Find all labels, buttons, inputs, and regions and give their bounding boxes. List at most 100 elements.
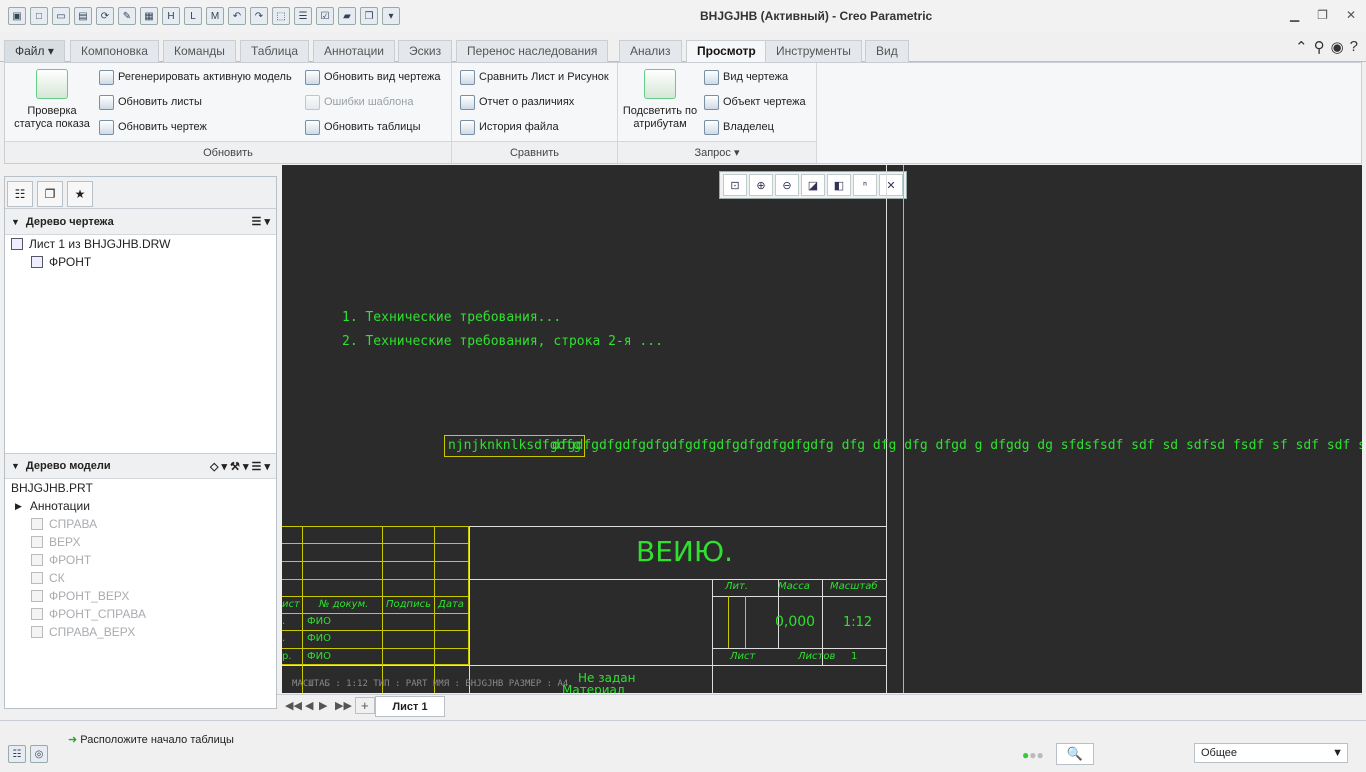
last-sheet-icon[interactable]: ▶▶ <box>335 699 352 712</box>
app-icon[interactable]: ▣ <box>8 7 26 25</box>
add-sheet-icon[interactable]: + <box>355 697 375 714</box>
axis-right-top[interactable]: СПРАВА_ВЕРХ <box>5 623 276 641</box>
tree-view-item[interactable]: ФРОНТ <box>5 253 276 271</box>
regenerate-icon[interactable]: ⟳ <box>96 7 114 25</box>
folder-icon[interactable]: ▰ <box>338 7 356 25</box>
settings-icon[interactable]: ☰ <box>294 7 312 25</box>
find-icon[interactable]: 🔍 <box>1056 743 1094 765</box>
help-icon[interactable]: ? <box>1350 38 1358 56</box>
sheet-1-tab[interactable]: Лист 1 <box>375 696 445 717</box>
plane-icon <box>31 554 43 566</box>
tab-table[interactable]: Таблица <box>240 40 310 62</box>
check-status-button[interactable]: Проверка статуса показа <box>9 69 95 131</box>
close-icon[interactable]: ✕ <box>1346 8 1356 22</box>
model-tree-header[interactable]: ▼ Дерево модели ◇ ▾ ⚒ ▾ ☰ ▾ <box>5 453 276 479</box>
drawing-object-button[interactable]: Объект чертежа <box>704 92 806 112</box>
expand-icon[interactable]: ▶ <box>15 501 22 512</box>
chevron-down-icon[interactable]: ▼ <box>1332 744 1343 762</box>
select-box-icon[interactable]: ⬚ <box>272 7 290 25</box>
search-icon[interactable]: ⚲ <box>1314 38 1325 56</box>
navigator-toggle-icon[interactable]: ☷ <box>8 745 26 763</box>
tab-analysis[interactable]: Анализ <box>619 40 682 62</box>
collapse-ribbon-icon[interactable]: ⌃ <box>1295 38 1308 56</box>
tab-tools[interactable]: Инструменты <box>765 40 862 62</box>
owner-button[interactable]: Владелец <box>704 117 774 137</box>
note-requirement-2[interactable]: 2. Технические требования, строка 2-я ..… <box>342 334 663 349</box>
edit-icon[interactable]: ✎ <box>118 7 136 25</box>
material-label: Материал <box>562 683 625 693</box>
update-view-button[interactable]: Обновить вид чертежа <box>305 67 440 87</box>
title-block-row <box>712 648 886 649</box>
update-drawing-button[interactable]: Обновить чертеж <box>99 117 207 137</box>
template-errors-button[interactable]: Ошибки шаблона <box>305 92 413 112</box>
drawing-view-button[interactable]: Вид чертежа <box>704 67 788 87</box>
refit-icon[interactable]: ⊡ <box>723 174 747 196</box>
col-date: Дата <box>438 599 464 610</box>
annotation-display-icon[interactable]: ⁿ <box>853 174 877 196</box>
file-history-button[interactable]: История файла <box>460 117 559 137</box>
title-block-mid <box>469 579 886 580</box>
zoom-in-icon[interactable]: ⊕ <box>749 174 773 196</box>
minimize-icon[interactable]: ▁ <box>1290 8 1299 22</box>
low-icon[interactable]: L <box>184 7 202 25</box>
regen-model-button[interactable]: Регенерировать активную модель <box>99 67 292 87</box>
hi-icon[interactable]: H <box>162 7 180 25</box>
undo-icon[interactable]: ↶ <box>228 7 246 25</box>
tab-layout[interactable]: Компоновка <box>70 40 159 62</box>
datum-front[interactable]: ФРОНТ <box>5 551 276 569</box>
repaint-icon[interactable]: ▦ <box>140 7 158 25</box>
save-icon[interactable]: ▤ <box>74 7 92 25</box>
community-icon[interactable]: ◉ <box>1331 38 1344 56</box>
note-requirement-1[interactable]: 1. Технические требования... <box>342 310 561 325</box>
layers-tab-icon[interactable]: ❐ <box>37 181 63 207</box>
check-status-icon <box>36 69 68 99</box>
checkbox-icon[interactable]: ☑ <box>316 7 334 25</box>
prev-sheet-icon[interactable]: ◀ <box>305 699 313 712</box>
tab-view[interactable]: Вид <box>865 40 909 62</box>
model-tree-tools-icon[interactable]: ◇ ▾ ⚒ ▾ ☰ ▾ <box>210 460 270 473</box>
tab-annotate[interactable]: Аннотации <box>313 40 395 62</box>
tree-sheet-item[interactable]: Лист 1 из BHJGJHB.DRW <box>5 235 276 253</box>
first-sheet-icon[interactable]: ◀◀ <box>285 699 302 712</box>
note-long-text[interactable]: dfgdfgdfgdfgdfgdfgdfgdfgdfgdfgdfgdfg dfg… <box>552 438 1362 453</box>
datum-display-icon[interactable]: ✕ <box>879 174 903 196</box>
update-tables-button[interactable]: Обновить таблицы <box>305 117 420 137</box>
tree-settings-icon[interactable]: ☰ ▾ <box>252 215 270 228</box>
datum-right[interactable]: СПРАВА <box>5 515 276 533</box>
drawing-canvas[interactable]: ⊡ ⊕ ⊖ ◪ ◧ ⁿ ✕ 1. Технические требования.… <box>282 165 1362 693</box>
tab-file[interactable]: Файл ▾ <box>4 40 65 62</box>
tab-commands[interactable]: Команды <box>163 40 236 62</box>
datum-top[interactable]: ВЕРХ <box>5 533 276 551</box>
highlight-attributes-button[interactable]: Подсветить по атрибутам <box>622 69 698 131</box>
group-label[interactable]: Запрос ▾ <box>618 141 816 163</box>
axis-front-right[interactable]: ФРОНТ_СПРАВА <box>5 605 276 623</box>
compare-button[interactable]: Сравнить Лист и Рисунок <box>460 67 609 87</box>
maximize-icon[interactable]: ❐ <box>1317 8 1328 22</box>
repaint-icon[interactable]: ◪ <box>801 174 825 196</box>
annotations-node[interactable]: ▶ Аннотации <box>5 497 276 515</box>
datum-csys[interactable]: СК <box>5 569 276 587</box>
mid-icon[interactable]: M <box>206 7 224 25</box>
drawing-tree-header[interactable]: ▼ Дерево чертежа ☰ ▾ <box>5 209 276 235</box>
update-sheets-button[interactable]: Обновить листы <box>99 92 202 112</box>
zoom-out-icon[interactable]: ⊖ <box>775 174 799 196</box>
browser-toggle-icon[interactable]: ◎ <box>30 745 48 763</box>
open-icon[interactable]: ▭ <box>52 7 70 25</box>
tree-tab-icon[interactable]: ☷ <box>7 181 33 207</box>
compare-icon <box>460 69 475 85</box>
diff-report-button[interactable]: Отчет о различиях <box>460 92 574 112</box>
favorites-tab-icon[interactable]: ★ <box>67 181 93 207</box>
tab-legacy-migration[interactable]: Перенос наследования <box>456 40 609 62</box>
tab-review[interactable]: Просмотр <box>686 40 767 64</box>
tab-sketch[interactable]: Эскиз <box>398 40 453 62</box>
new-icon[interactable]: □ <box>30 7 48 25</box>
display-style-icon[interactable]: ◧ <box>827 174 851 196</box>
windows-icon[interactable]: ❐ <box>360 7 378 25</box>
customize-icon[interactable]: ▾ <box>382 7 400 25</box>
axis-front-top[interactable]: ФРОНТ_ВЕРХ <box>5 587 276 605</box>
next-sheet-icon[interactable]: ▶ <box>319 699 327 712</box>
drawing-title[interactable]: BEИЮ. <box>636 535 733 568</box>
redo-icon[interactable]: ↷ <box>250 7 268 25</box>
model-root[interactable]: BHJGJHB.PRT <box>5 479 276 497</box>
selection-filter[interactable]: Общее ▼ <box>1194 743 1348 763</box>
